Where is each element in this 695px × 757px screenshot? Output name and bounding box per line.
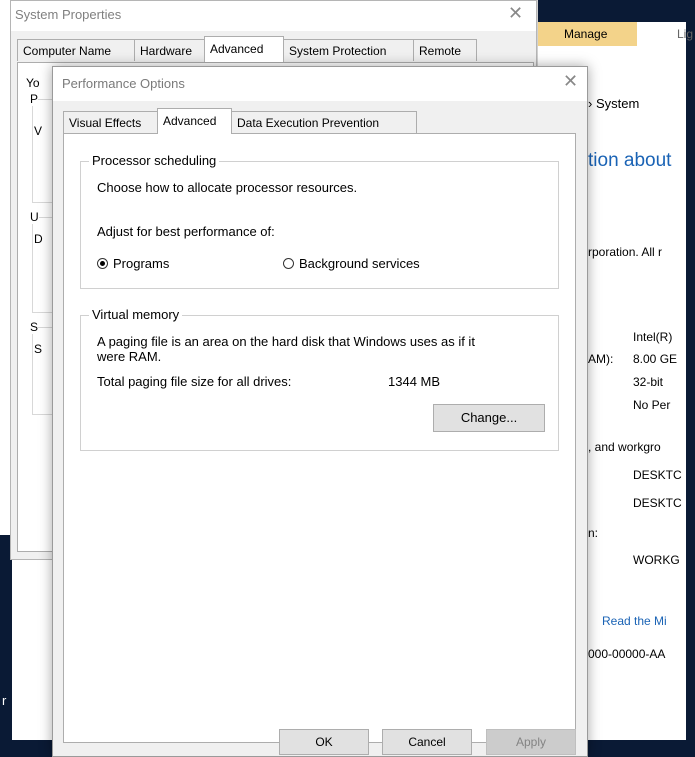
user-profiles-text-fragment: D [34, 232, 43, 246]
tab-advanced[interactable]: Advanced [157, 108, 232, 134]
page-heading: tion about [588, 150, 672, 171]
desktop-fragment-text: r [2, 693, 7, 708]
advanced-tab-panel: Processor scheduling Choose how to alloc… [63, 133, 576, 743]
ribbon-tab-light[interactable]: Lig [637, 22, 693, 46]
copyright-text: rporation. All r [588, 245, 663, 259]
workgroup-value: WORKG [633, 553, 680, 567]
tab-computer-name[interactable]: Computer Name [17, 39, 135, 61]
virtual-memory-description-line2: were RAM. [97, 349, 162, 364]
startup-group-fragment: S [30, 320, 39, 334]
total-paging-file-label: Total paging file size for all drives: [97, 374, 292, 389]
ribbon-tab-manage-label: Manage [564, 27, 608, 41]
spec-ram-label: AM): [588, 352, 614, 366]
programs-radio-selected-icon[interactable] [97, 258, 108, 269]
performance-options-dialog: Performance Options ✕ Visual Effects Adv… [52, 66, 588, 757]
spec-pen-value: No Per [633, 398, 671, 412]
adjust-for-label: Adjust for best performance of: [97, 224, 275, 239]
startup-text-fragment: S [34, 342, 43, 356]
ribbon-tab-light-label: Lig [677, 27, 694, 41]
ribbon-tab-manage[interactable]: Manage [538, 22, 637, 46]
processor-scheduling-description: Choose how to allocate processor resourc… [97, 180, 358, 195]
tab-data-execution-prevention[interactable]: Data Execution Prevention [231, 111, 417, 133]
background-services-radio-label: Background services [299, 256, 420, 271]
spec-system-type-value: 32-bit [633, 375, 664, 389]
apply-button[interactable]: Apply [486, 729, 576, 755]
spec-processor-value: Intel(R) [633, 330, 673, 344]
virtual-memory-description-line1: A paging file is an area on the hard dis… [97, 334, 475, 349]
background-services-radio[interactable]: Background services [283, 256, 420, 271]
computer-name-value: DESKTC [633, 468, 682, 482]
full-computer-name-value: DESKTC [633, 496, 682, 510]
tab-visual-effects[interactable]: Visual Effects [63, 111, 158, 133]
desktop-background-dark [0, 535, 12, 757]
tab-system-protection[interactable]: System Protection [283, 39, 414, 61]
background-services-radio-icon[interactable] [283, 258, 294, 269]
virtual-memory-legend: Virtual memory [89, 307, 183, 322]
tab-hardware[interactable]: Hardware [134, 39, 205, 61]
read-license-link[interactable]: Read the Mi [602, 614, 667, 628]
spec-ram-value: 8.00 GE [633, 352, 678, 366]
programs-radio[interactable]: Programs [97, 256, 169, 271]
processor-scheduling-group: Processor scheduling Choose how to alloc… [80, 153, 559, 289]
performance-options-title: Performance Options [62, 76, 185, 91]
processor-scheduling-legend: Processor scheduling [89, 153, 220, 168]
workgroup-heading: , and workgro [588, 440, 661, 454]
tab-remote[interactable]: Remote [413, 39, 477, 61]
breadcrumb-system[interactable]: › System [588, 96, 639, 111]
tab-advanced[interactable]: Advanced [204, 36, 284, 62]
domain-label: n: [588, 526, 599, 540]
desktop-right-edge [685, 0, 695, 757]
performance-text-fragment: V [34, 124, 43, 138]
system-properties-title: System Properties [15, 7, 122, 22]
change-button[interactable]: Change... [433, 404, 545, 432]
system-properties-titlebar: System Properties ✕ [11, 1, 536, 31]
panel-fragment-text: Yo [26, 76, 40, 90]
programs-radio-label: Programs [113, 256, 170, 271]
performance-group-fragment: P [30, 92, 39, 106]
virtual-memory-group: Virtual memory A paging file is an area … [80, 307, 559, 451]
performance-options-titlebar: Performance Options ✕ [53, 67, 587, 101]
product-id-text: 000-00000-AA [588, 647, 666, 661]
total-paging-file-value: 1344 MB [388, 374, 441, 389]
close-icon[interactable]: ✕ [563, 71, 578, 92]
close-icon[interactable]: ✕ [508, 3, 523, 24]
cancel-button[interactable]: Cancel [382, 729, 472, 755]
system-window-titlebar [538, 0, 686, 22]
user-profiles-group-fragment: U [30, 210, 39, 224]
ok-button[interactable]: OK [279, 729, 369, 755]
